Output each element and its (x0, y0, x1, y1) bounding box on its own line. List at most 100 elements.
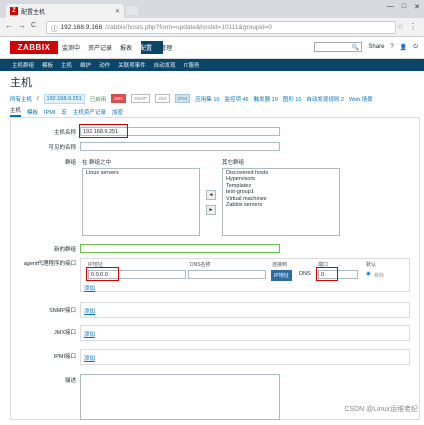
connect-dns-button[interactable]: DNS (299, 271, 311, 277)
global-search-input[interactable]: 🔍 (314, 42, 363, 52)
breadcrumb-separator: / (37, 95, 39, 102)
configuration-submenu: 主机群组 模板 主机 维护 动作 关联项事件 自动发现 IT服务 (0, 59, 424, 71)
connect-ip-button[interactable]: IP地址 (271, 270, 292, 281)
watermark: CSDN @Linux运维老纪 (344, 406, 418, 413)
description-label: 描述 (64, 378, 76, 384)
other-groups-listbox[interactable]: Discovered hosts Hypervisors Templates t… (222, 168, 340, 236)
snmp-interfaces-box (80, 302, 410, 318)
discovery-rules-link[interactable]: 自动发现规则 2 (306, 95, 344, 103)
submenu-item[interactable]: 维护 (80, 61, 91, 69)
main-menu-item[interactable]: 报表 (120, 43, 132, 52)
tab-ipmi[interactable]: IPMI (44, 110, 55, 117)
url-input[interactable]: ⓘ 192.168.9.168/zabbix/hosts.php?form=up… (46, 21, 396, 34)
help-icon[interactable]: ? (390, 44, 393, 50)
new-group-input[interactable] (80, 244, 280, 253)
zabbix-logo[interactable]: ZABBIX (10, 41, 58, 54)
in-groups-listbox[interactable]: Linux servers (82, 168, 200, 236)
main-menu-item[interactable]: 资产记录 (88, 43, 112, 52)
window-controls: — □ ✕ (387, 3, 420, 11)
form-tabs: 主机 模板 IPMI 宏 主机资产记录 加密 (10, 108, 420, 118)
all-hosts-link[interactable]: 所有主机 (10, 95, 32, 103)
ipmi-interfaces-box (80, 349, 410, 365)
tab-inventory[interactable]: 主机资产记录 (73, 108, 106, 117)
new-tab-button[interactable] (126, 6, 138, 15)
tab-encryption[interactable]: 加密 (112, 108, 123, 117)
zbx-availability-badge: ZBX (111, 94, 127, 103)
connect-column-header: 连接到 (272, 262, 288, 268)
submenu-item[interactable]: 自动发现 (154, 61, 176, 69)
agent-dns-input[interactable] (188, 270, 266, 279)
tab-host[interactable]: 主机 (10, 106, 22, 117)
submenu-item[interactable]: 模板 (42, 61, 53, 69)
close-window-icon[interactable]: ✕ (414, 3, 420, 11)
tab-templates[interactable]: 模板 (27, 108, 38, 117)
snmp-interfaces-label: SNMP接口 (49, 308, 76, 314)
add-snmp-interface-link[interactable]: 添加 (84, 307, 95, 315)
zabbix-favicon-icon: Z (10, 7, 18, 15)
tab-title: 配置主机 (21, 9, 46, 16)
graphs-link[interactable]: 图形 10 (283, 95, 302, 103)
visible-name-input[interactable] (80, 142, 280, 151)
host-status[interactable]: 已启用 (90, 95, 107, 103)
ip-highlight (86, 267, 119, 281)
submenu-item[interactable]: IT服务 (184, 61, 200, 69)
logout-icon[interactable]: ⏻ (413, 44, 418, 51)
user-profile-icon[interactable]: 👤 (400, 44, 407, 51)
minimize-icon[interactable]: — (387, 3, 394, 11)
agent-interfaces-label: agent代理程序的接口 (23, 261, 76, 267)
submenu-item[interactable]: 主机 (61, 61, 72, 69)
main-menu-item[interactable]: 配置 (140, 43, 152, 52)
applications-link[interactable]: 应用集 10 (195, 95, 219, 103)
site-info-icon[interactable]: ⓘ (51, 23, 58, 33)
add-jmx-interface-link[interactable]: 添加 (84, 330, 95, 338)
list-item[interactable]: Linux servers (86, 170, 196, 176)
submenu-item[interactable]: 主机群组 (12, 61, 34, 69)
triggers-link[interactable]: 触发器 19 (254, 95, 278, 103)
snmp-availability-badge: SNMP (131, 94, 151, 103)
default-radio[interactable]: ◉ (366, 271, 371, 277)
forward-icon[interactable]: → (18, 21, 26, 30)
in-groups-label: 在 群组之中 (82, 160, 112, 166)
other-groups-label: 其它群组 (222, 160, 245, 166)
maximize-icon[interactable]: □ (402, 3, 406, 11)
url-host: 192.168.9.168 (60, 24, 103, 31)
groups-label: 群组 (64, 160, 76, 166)
default-column-header: 默认 (366, 262, 377, 268)
main-menu-item[interactable]: 管理 (160, 43, 172, 52)
new-group-label: 新的群组 (53, 247, 76, 253)
browser-menu-icon[interactable]: ⋮ (409, 22, 417, 31)
jmx-availability-badge: JMX (155, 94, 171, 103)
dns-column-header: DNS名称 (190, 262, 211, 268)
ipmi-availability-badge: IPMI (175, 94, 191, 103)
close-tab-icon[interactable]: ✕ (115, 8, 120, 15)
back-icon[interactable]: ← (5, 21, 13, 30)
remove-interface-link[interactable]: 移除 (374, 272, 384, 279)
jmx-interfaces-label: JMX接口 (53, 330, 76, 336)
main-menu-item[interactable]: 监测中 (62, 43, 80, 52)
list-item[interactable]: Zabbix servers (226, 202, 336, 208)
jmx-interfaces-box (80, 325, 410, 341)
share-link[interactable]: Share (368, 44, 384, 50)
submenu-item[interactable]: 动作 (99, 61, 110, 69)
host-breadcrumb: 所有主机 / 192.168.9.251 已启用 ZBX SNMP JMX IP… (10, 93, 424, 104)
ipmi-interfaces-label: IPMI接口 (53, 354, 76, 360)
tab-macros[interactable]: 宏 (61, 108, 67, 117)
add-ipmi-interface-link[interactable]: 添加 (84, 354, 95, 362)
url-path: /zabbix/hosts.php?form=update&hostid=101… (105, 24, 272, 31)
header-tools: 🔍 Share ? 👤 ⏻ (314, 42, 418, 52)
submenu-item[interactable]: 关联项事件 (118, 61, 146, 69)
bookmark-star-icon[interactable]: ☆ (397, 22, 404, 31)
visible-name-label: 可见的名称 (48, 145, 76, 151)
page-title: 主机 (10, 77, 32, 89)
move-right-button[interactable]: ► (206, 205, 216, 215)
move-left-button[interactable]: ◄ (206, 190, 216, 200)
web-scenarios-link[interactable]: Web 场景 (349, 95, 373, 103)
browser-tab[interactable]: Z 配置主机 ✕ (6, 4, 124, 18)
description-textarea[interactable] (80, 374, 280, 420)
reload-icon[interactable]: C (31, 22, 36, 29)
items-link[interactable]: 监控项 46 (224, 95, 248, 103)
main-menu: 监测中 资产记录 报表 配置 管理 (62, 43, 172, 52)
add-agent-interface-link[interactable]: 添加 (84, 284, 95, 292)
hostname-label: 主机名称 (53, 130, 76, 136)
current-host-link[interactable]: 192.168.9.251 (43, 93, 85, 104)
